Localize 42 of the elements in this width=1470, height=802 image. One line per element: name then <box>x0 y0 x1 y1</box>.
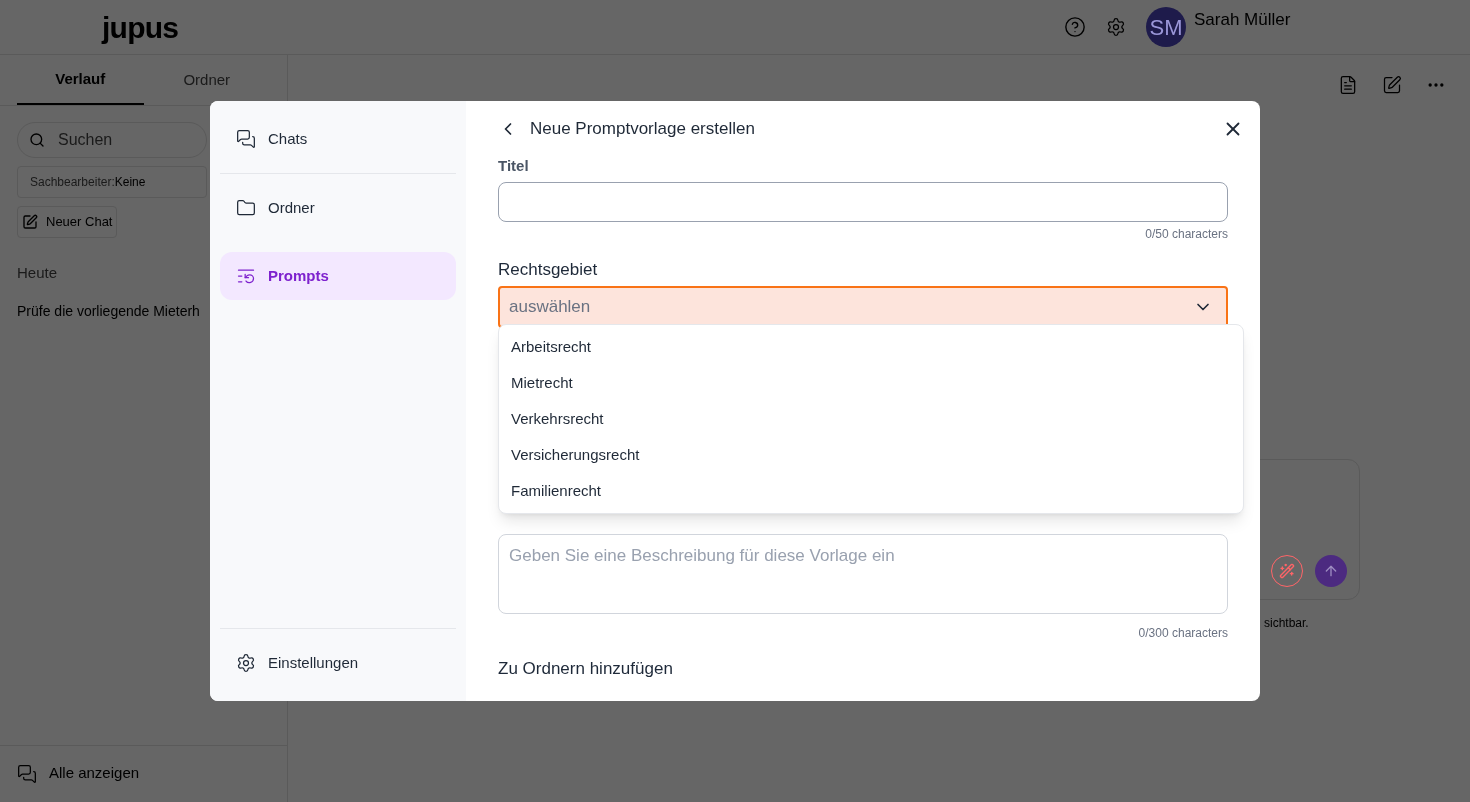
settings-nav-item[interactable]: Einstellungen <box>220 639 456 687</box>
avatar[interactable]: SM <box>1146 7 1186 47</box>
dropdown-option[interactable]: Arbeitsrecht <box>499 329 1243 365</box>
sidebar-tab[interactable]: Verlauf <box>17 55 144 105</box>
new-chat-button[interactable]: Neuer Chat <box>17 206 118 238</box>
document-icon[interactable] <box>1338 75 1358 95</box>
footer-note: sichtbar. <box>1264 615 1309 632</box>
search-icon <box>29 132 45 148</box>
character-counter: 0/50 characters <box>1144 225 1228 243</box>
chat-item[interactable]: Prüfe die vorliegende Mieterh <box>17 300 200 322</box>
title-input[interactable] <box>498 181 1228 222</box>
wand-icon <box>1279 563 1295 579</box>
folder-icon <box>236 198 256 218</box>
sidebar-tab[interactable]: Ordner <box>143 55 270 105</box>
dropdown-option[interactable]: Familienrecht <box>499 473 1243 509</box>
area-select[interactable]: auswählen <box>498 286 1228 328</box>
nav-item[interactable]: Ordner <box>220 184 456 232</box>
user-name: Sarah Müller <box>1194 9 1292 31</box>
edit-icon <box>22 214 38 230</box>
settings-icon <box>236 653 256 673</box>
dropdown-option[interactable]: Versicherungsrecht <box>499 437 1243 473</box>
field-label: Zu Ordnern hinzufügen <box>498 658 674 680</box>
help-icon[interactable] <box>1064 16 1086 38</box>
group-label: Heute <box>17 263 58 283</box>
field-label: Titel <box>498 156 530 176</box>
chat-bubbles-icon <box>236 129 256 149</box>
dropdown-option[interactable]: Mietrecht <box>499 365 1243 401</box>
edit-icon[interactable] <box>1382 75 1402 95</box>
description-input[interactable]: Geben Sie eine Beschreibung für diese Vorlage ein <box>498 534 1228 614</box>
settings-icon[interactable] <box>1106 17 1126 37</box>
nav-item[interactable]: Prompts <box>220 252 456 300</box>
field-label: Rechtsgebiet <box>498 258 599 281</box>
dropdown-option[interactable]: Verkehrsrecht <box>499 401 1243 437</box>
character-counter: 0/300 characters <box>1137 625 1228 642</box>
logo: jupus <box>102 9 179 46</box>
chat-bubbles-icon <box>17 763 37 784</box>
search-field[interactable]: Suchen <box>17 122 207 158</box>
send-button[interactable] <box>1315 555 1347 587</box>
dialog-title: Neue Promptvorlage erstellen <box>530 118 755 141</box>
nav-item[interactable]: Chats <box>220 115 456 163</box>
filter-chip[interactable]: Sachbearbeiter:Keine <box>17 166 207 198</box>
show-all-link[interactable]: Alle anzeigen <box>49 762 140 785</box>
